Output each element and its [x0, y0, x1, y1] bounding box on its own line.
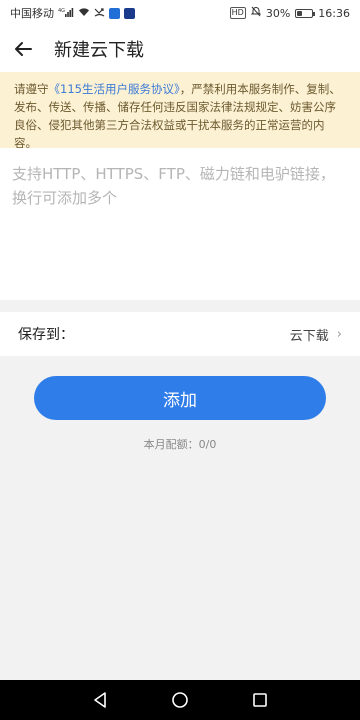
- notice-prefix: 请遵守: [14, 82, 49, 96]
- carrier-name: 中国移动: [10, 7, 54, 20]
- monthly-quota: 本月配额：0/0: [143, 438, 217, 451]
- battery-icon: [295, 8, 316, 18]
- nav-recents-button[interactable]: [240, 680, 280, 720]
- url-input-area: [0, 148, 360, 300]
- arrow-left-icon: [15, 42, 32, 56]
- phone-missed-icon: [94, 7, 105, 20]
- nav-home-button[interactable]: [160, 680, 200, 720]
- service-agreement-link[interactable]: 《115生活用户服务协议》: [49, 82, 180, 96]
- status-right: HD 30% 16:36: [229, 6, 350, 20]
- battery-percent: 30%: [265, 6, 291, 20]
- signal-type-label: 4G: [58, 8, 65, 14]
- download-url-input[interactable]: [12, 162, 348, 286]
- page-title: 新建云下载: [54, 40, 144, 61]
- status-left: 中国移动 4G: [10, 5, 135, 21]
- clock: 16:36: [318, 6, 350, 20]
- save-location-label: 保存到：: [18, 327, 74, 343]
- nav-back-button[interactable]: [80, 680, 120, 720]
- hd-voice-icon: HD: [229, 7, 246, 19]
- save-location-row[interactable]: 保存到： 云下载 ›: [0, 312, 360, 356]
- add-button[interactable]: 添加: [34, 376, 326, 420]
- battery-level: [297, 10, 303, 16]
- square-recents-icon: [253, 693, 267, 707]
- mute-icon: [250, 6, 262, 20]
- status-bar: 中国移动 4G HD 30% 16:36: [0, 0, 360, 26]
- save-location-value: 云下载: [289, 328, 329, 344]
- chevron-right-icon: ›: [336, 326, 342, 342]
- wifi-icon: [78, 7, 90, 20]
- back-button[interactable]: [0, 26, 46, 72]
- triangle-back-icon: [94, 692, 106, 708]
- circle-home-icon: [172, 692, 188, 708]
- system-nav-bar: [0, 680, 360, 720]
- app-notification-icon: [109, 7, 120, 19]
- agreement-notice: 请遵守《115生活用户服务协议》，严禁利用本服务制作、复制、发布、传送、传播、储…: [0, 72, 360, 150]
- cellular-signal-icon: 4G: [58, 7, 74, 20]
- app-header: 新建云下载: [0, 26, 360, 72]
- app-notification-icon: [124, 7, 135, 19]
